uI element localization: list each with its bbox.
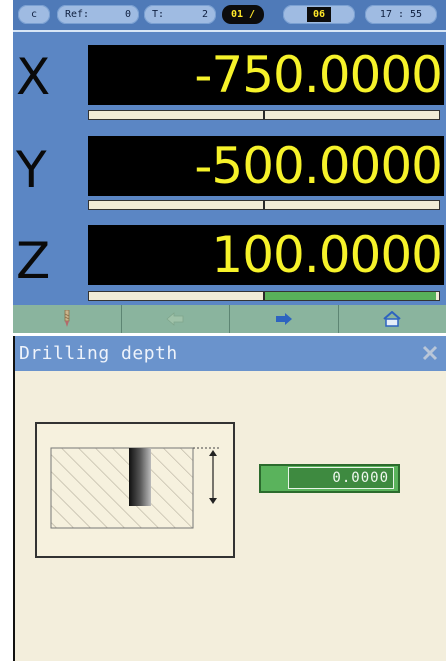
clock-text: 17 : 55 xyxy=(379,9,423,20)
axis-readout-y[interactable]: -500.0000 xyxy=(88,136,444,196)
tool-label: T: xyxy=(152,9,165,20)
home-icon xyxy=(383,311,401,327)
chip-two: 06 xyxy=(306,7,332,22)
clock: 17 : 55 xyxy=(365,5,437,24)
drilling-depth-field[interactable]: 0.0000 xyxy=(259,464,400,493)
axis-letter-z: Z xyxy=(16,232,51,290)
tool-value: 2 xyxy=(201,9,208,20)
mode-text: c xyxy=(30,9,38,20)
axis-letter-y: Y xyxy=(16,141,47,199)
axis-bar-center-tick xyxy=(263,111,265,119)
axis-bar-fill-z xyxy=(264,292,436,300)
softkey-drill[interactable] xyxy=(13,305,121,333)
axis-readout-x[interactable]: -750.0000 xyxy=(88,45,444,105)
axis-bar-x xyxy=(88,110,440,120)
chip-one: 01 / xyxy=(222,5,264,24)
axis-readout-z[interactable]: 100.0000 xyxy=(88,225,444,285)
axis-bar-z xyxy=(88,291,440,301)
axis-letter-x: X xyxy=(16,48,51,106)
axis-bar-center-tick xyxy=(263,292,265,300)
chip-one-text: 01 / xyxy=(230,9,256,20)
arrow-right-icon xyxy=(275,313,292,325)
softkey-home[interactable] xyxy=(337,305,446,333)
drilling-depth-dialog: Drilling depth 0.0000 xyxy=(13,336,446,661)
softkey-next[interactable] xyxy=(229,305,338,333)
drill-bit-icon xyxy=(64,310,70,327)
ref-value: 0 xyxy=(124,9,131,20)
axis-value-z: 100.0000 xyxy=(211,226,443,284)
mode-indicator: c xyxy=(18,5,50,24)
drilling-depth-value[interactable]: 0.0000 xyxy=(288,467,394,489)
drilling-depth-diagram xyxy=(35,422,235,558)
workpiece-hole-illustration xyxy=(50,447,221,529)
softkey-prev[interactable] xyxy=(120,305,229,333)
close-icon[interactable] xyxy=(422,345,438,361)
dro-panel: c Ref: 0 T: 2 01 / 06 17 : 55 X -750.000… xyxy=(13,0,446,333)
dialog-title: Drilling depth xyxy=(19,343,178,364)
status-bar: c Ref: 0 T: 2 01 / 06 17 : 55 xyxy=(13,0,446,32)
axis-value-y: -500.0000 xyxy=(194,137,443,195)
ref-label: Ref: xyxy=(65,9,90,20)
dialog-titlebar: Drilling depth xyxy=(15,336,446,371)
axis-value-x: -750.0000 xyxy=(194,46,443,104)
arrow-left-icon xyxy=(166,312,184,326)
ref-indicator: Ref: 0 xyxy=(57,5,139,24)
chip-two-wrap: 06 xyxy=(283,5,355,24)
tool-indicator: T: 2 xyxy=(144,5,216,24)
axis-bar-center-tick xyxy=(263,201,265,209)
softkey-bar xyxy=(13,305,446,333)
axis-bar-y xyxy=(88,200,440,210)
